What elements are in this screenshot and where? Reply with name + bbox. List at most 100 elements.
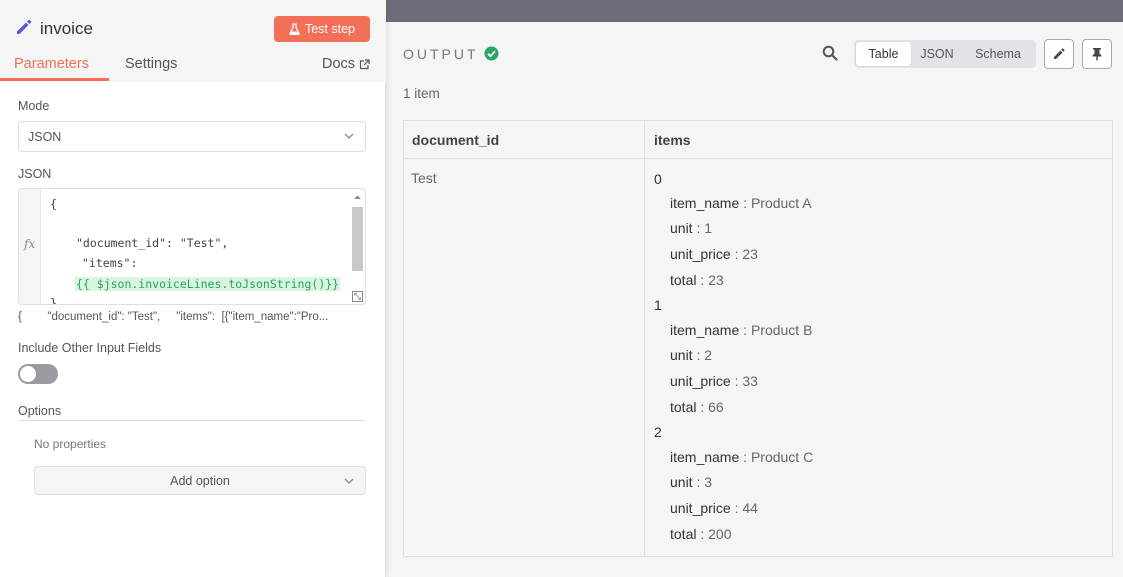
column-divider [644, 121, 645, 556]
view-table-button[interactable]: Table [856, 42, 911, 66]
field-value: 44 [742, 500, 758, 516]
field-key: total [670, 399, 697, 415]
item-field-item-name: item_name : Product A [670, 195, 812, 211]
scrollbar-thumb[interactable] [352, 207, 363, 271]
expression-token: {{ $json.invoiceLines.toJsonString()}} [75, 277, 341, 291]
field-value: 66 [708, 399, 724, 415]
cell-document-id: Test [411, 170, 437, 186]
field-key: total [670, 272, 697, 288]
header-divider [404, 158, 1112, 159]
check-circle-icon [484, 46, 499, 61]
chevron-down-icon [344, 133, 354, 139]
output-table: document_id items Test 0 item_name : Pro… [403, 120, 1113, 557]
field-key: unit_price [670, 246, 731, 262]
include-other-fields-toggle[interactable] [18, 364, 58, 384]
toggle-knob [20, 366, 36, 382]
field-separator: : [692, 474, 705, 490]
field-separator: : [696, 526, 709, 542]
options-title: Options [18, 404, 62, 418]
chevron-down-icon [344, 478, 354, 484]
add-option-button[interactable]: Add option [34, 466, 366, 495]
view-mode-switcher: Table JSON Schema [854, 40, 1036, 68]
field-separator: : [696, 399, 709, 415]
field-value: 23 [708, 272, 724, 288]
field-key: unit [670, 220, 693, 236]
item-field-unit: unit : 3 [670, 474, 712, 490]
json-label: JSON [18, 167, 52, 181]
scroll-up-icon [354, 195, 361, 199]
docs-label: Docs [322, 56, 356, 72]
item-field-total: total : 23 [670, 272, 724, 288]
field-value: Product C [750, 449, 814, 465]
field-key: unit [670, 347, 693, 363]
view-json-button[interactable]: JSON [914, 42, 960, 66]
item-field-unit-price: unit_price : 33 [670, 373, 758, 389]
item-count: 1 item [403, 86, 440, 101]
tab-parameters[interactable]: Parameters [14, 56, 89, 72]
external-link-icon [359, 58, 370, 69]
field-key: unit [670, 474, 693, 490]
field-key: item_name [670, 449, 740, 465]
field-value: 23 [742, 246, 758, 262]
json-result-preview: { "document_id": "Test", "items": [{"ite… [18, 311, 329, 323]
resize-handle-icon[interactable]: ⤡ [352, 291, 363, 302]
field-separator: : [692, 347, 705, 363]
pin-icon [1092, 48, 1102, 61]
item-field-total: total : 200 [670, 526, 732, 542]
field-separator: : [730, 500, 743, 516]
options-divider [18, 420, 366, 421]
code-line: "items": [82, 256, 138, 270]
field-key: unit_price [670, 373, 731, 389]
field-separator: : [696, 272, 709, 288]
item-field-item-name: item_name : Product B [670, 322, 812, 338]
item-index: 1 [654, 297, 662, 313]
pin-data-button[interactable] [1082, 39, 1112, 69]
code-line: { [50, 197, 57, 211]
code-line: } [50, 296, 57, 305]
tab-settings[interactable]: Settings [125, 56, 177, 72]
field-separator: : [739, 449, 751, 465]
fx-icon: fx [24, 237, 36, 251]
editor-scrollbar[interactable] [352, 193, 363, 273]
item-field-item-name: item_name : Product C [670, 449, 813, 465]
field-value: 3 [704, 474, 713, 490]
include-other-fields-label: Include Other Input Fields [18, 341, 162, 355]
json-editor[interactable]: fx { "document_id": "Test", "items": {{ … [18, 188, 366, 305]
item-field-unit: unit : 2 [670, 347, 712, 363]
item-field-unit-price: unit_price : 23 [670, 246, 758, 262]
column-header-document-id: document_id [412, 132, 500, 148]
field-key: total [670, 526, 697, 542]
node-header: invoice Test step Parameters Settings Do… [0, 0, 386, 82]
item-field-unit: unit : 1 [670, 220, 712, 236]
field-key: unit_price [670, 500, 731, 516]
item-field-unit-price: unit_price : 44 [670, 500, 758, 516]
edit-output-button[interactable] [1044, 39, 1074, 69]
search-icon[interactable] [822, 45, 838, 61]
field-separator: : [692, 220, 705, 236]
mode-label: Mode [18, 99, 50, 113]
top-bar [386, 0, 1123, 22]
mode-select[interactable]: JSON [18, 121, 366, 152]
column-header-items: items [654, 132, 691, 148]
view-schema-button[interactable]: Schema [964, 42, 1032, 66]
edit-icon [1054, 48, 1065, 59]
flask-icon [289, 23, 300, 35]
field-separator: : [730, 373, 743, 389]
test-step-button[interactable]: Test step [274, 16, 370, 42]
output-title: OUTPUT [403, 46, 479, 62]
expression-gutter: fx [19, 189, 41, 304]
mode-value: JSON [28, 129, 62, 144]
field-value: 200 [708, 526, 732, 542]
field-key: item_name [670, 195, 740, 211]
node-parameters-panel: invoice Test step Parameters Settings Do… [0, 0, 386, 577]
item-field-total: total : 66 [670, 399, 724, 415]
code-line: "document_id": "Test", [76, 236, 229, 250]
add-option-label: Add option [170, 473, 230, 488]
docs-link[interactable]: Docs [322, 56, 370, 72]
field-value: Product B [750, 322, 813, 338]
node-title[interactable]: invoice [40, 19, 93, 39]
field-separator: : [739, 195, 751, 211]
item-index: 2 [654, 424, 662, 440]
pencil-icon [17, 19, 32, 34]
field-separator: : [739, 322, 751, 338]
